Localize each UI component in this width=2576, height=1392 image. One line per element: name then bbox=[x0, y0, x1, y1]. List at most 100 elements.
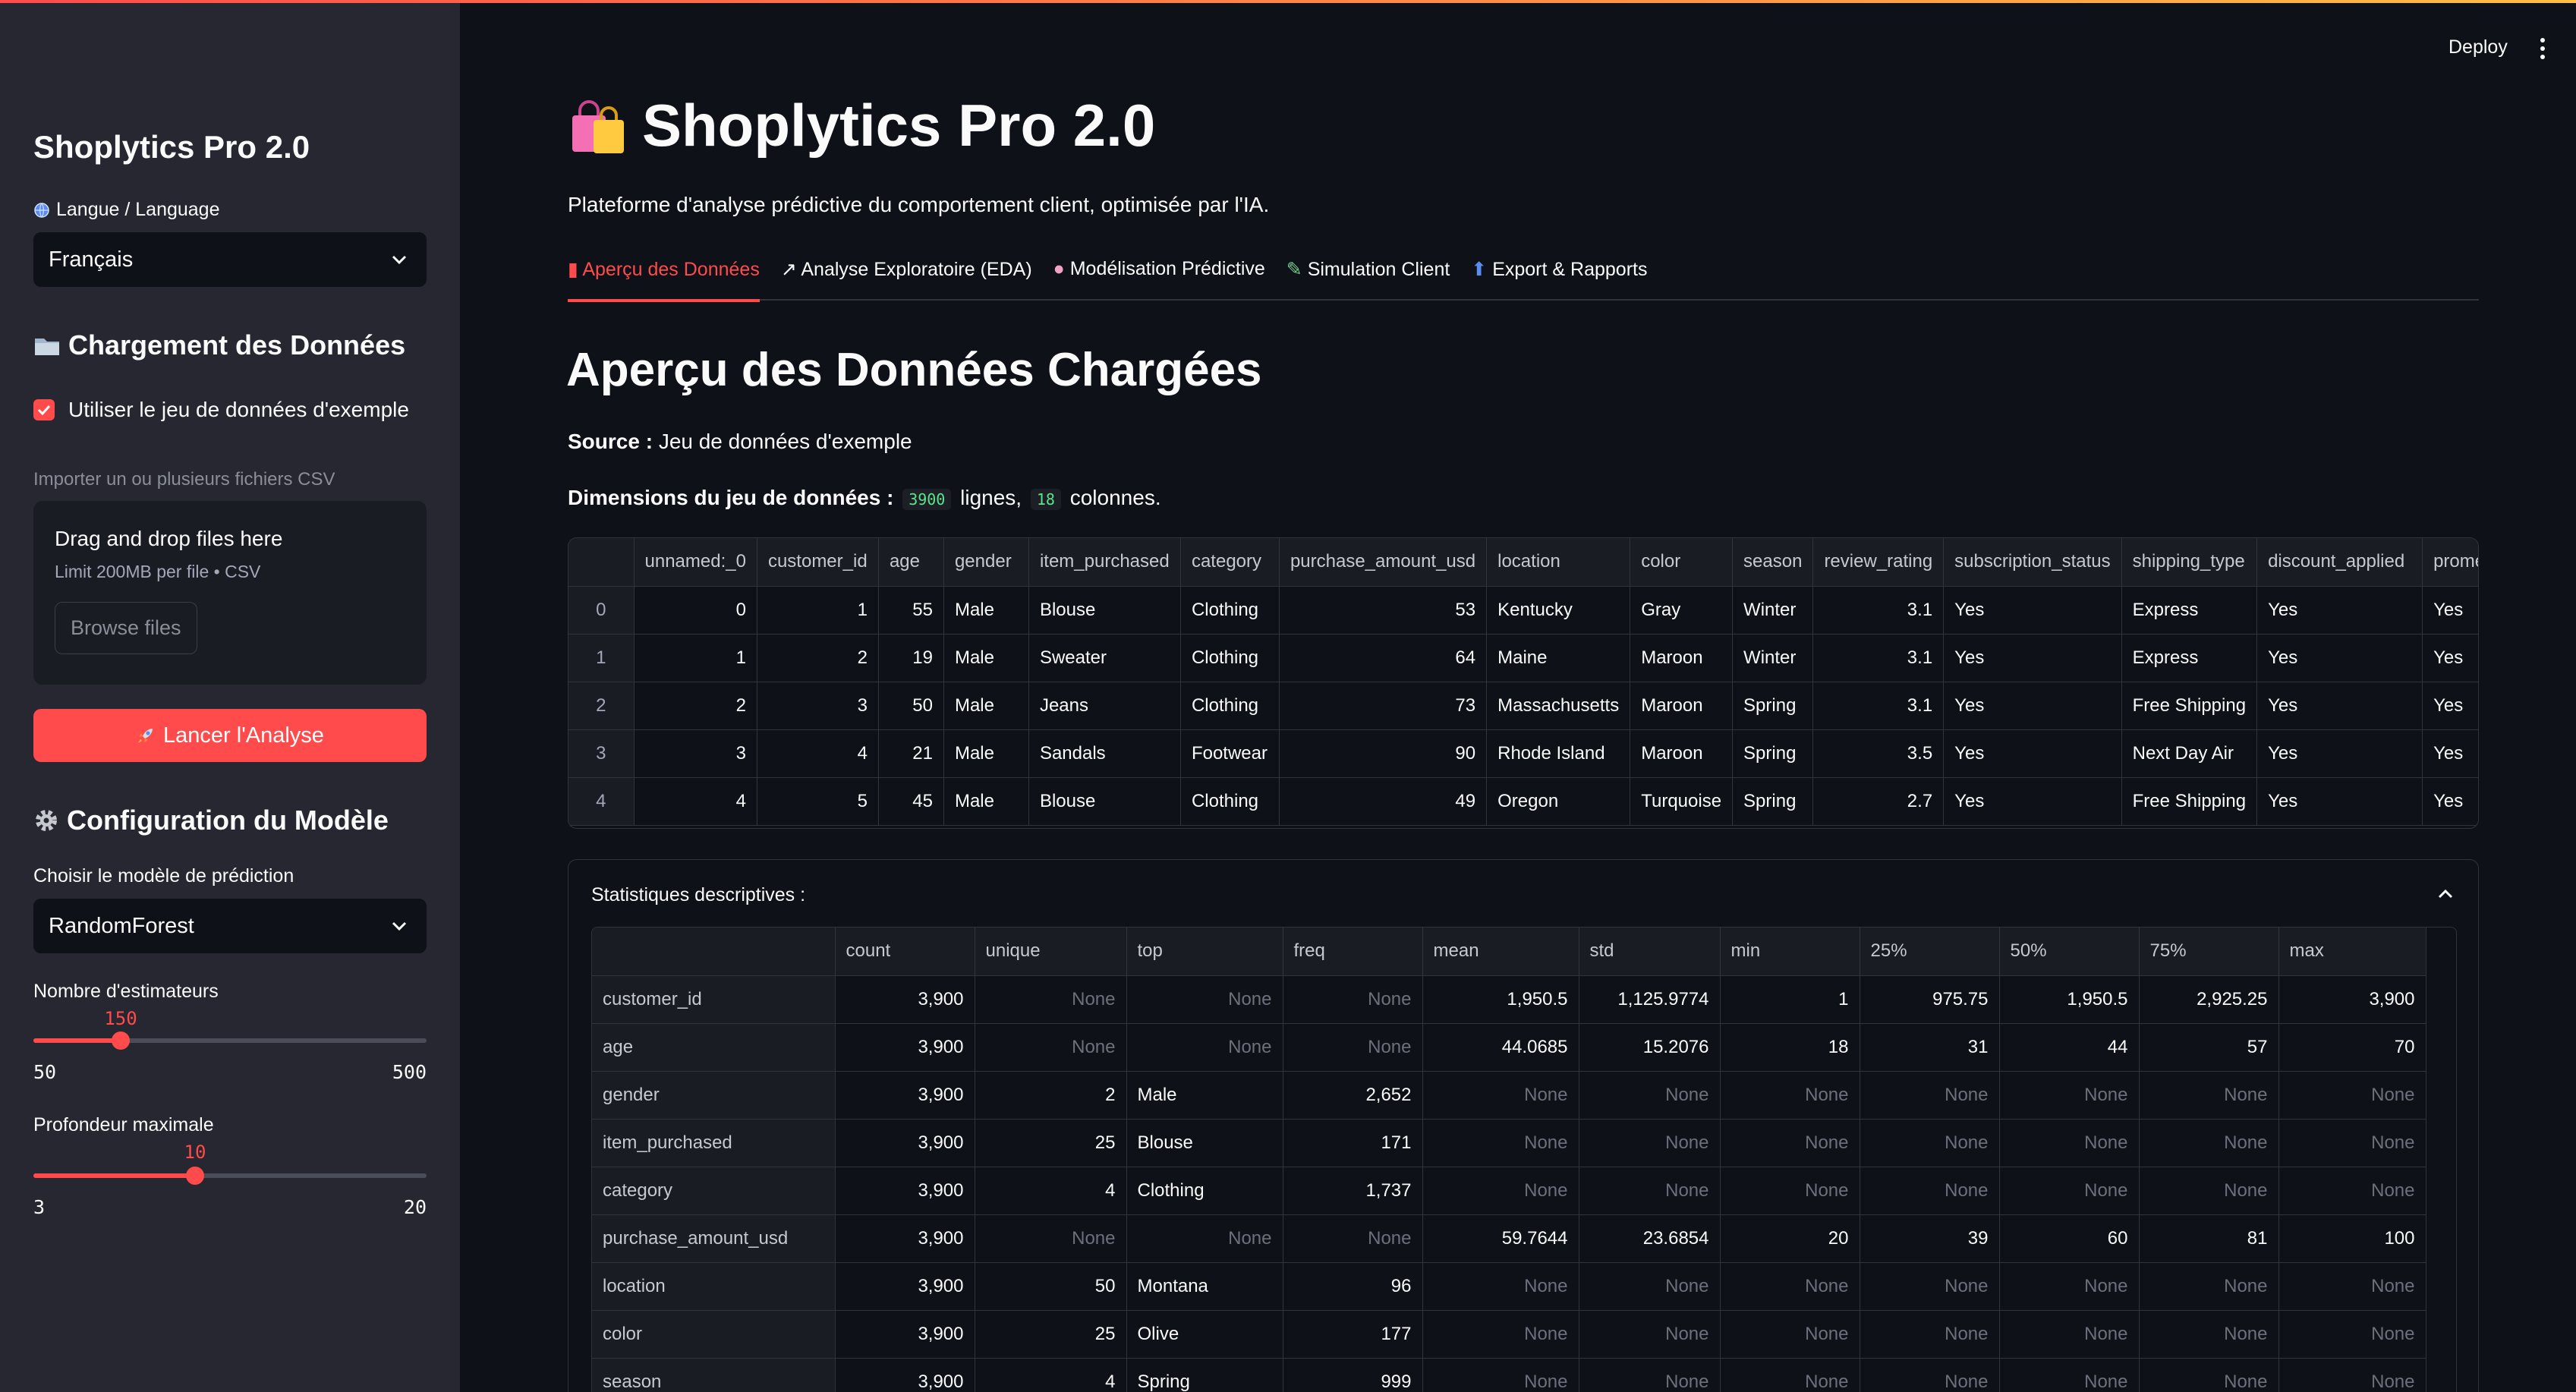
table-cell: Montana bbox=[1126, 1262, 1283, 1311]
table-cell: color bbox=[592, 1310, 836, 1359]
tab-export[interactable]: ⬆ Export & Rapports bbox=[1471, 257, 1647, 301]
table-cell: None bbox=[1999, 1310, 2140, 1359]
column-header[interactable]: purchase_amount_usd bbox=[1279, 538, 1488, 587]
table-cell: Express bbox=[2121, 586, 2258, 635]
model-section-heading: Configuration du Modèle bbox=[33, 805, 389, 836]
source-label: Source : bbox=[568, 430, 653, 453]
table-row[interactable]: 1 1 2 19 Male Sweater Clothing 64 Maine Maroon Win… bbox=[568, 634, 2478, 682]
stats-expander-title[interactable]: Statistiques descriptives : bbox=[591, 884, 805, 906]
gear-icon bbox=[36, 810, 57, 831]
table-cell: 2 bbox=[757, 634, 879, 682]
table-row[interactable]: category 3,900 4 Clothing 1,737 None None None N… bbox=[592, 1167, 2426, 1215]
table-cell: Male bbox=[943, 729, 1029, 778]
table-row[interactable]: item_purchased 3,900 25 Blouse 171 None None No… bbox=[592, 1119, 2426, 1167]
table-row[interactable]: color 3,900 25 Olive 177 None None None None None… bbox=[592, 1310, 2426, 1359]
table-cell: Yes bbox=[2256, 586, 2423, 635]
table-cell: None bbox=[1579, 1310, 1721, 1359]
chevron-down-icon bbox=[390, 250, 408, 269]
table-cell: category bbox=[592, 1167, 836, 1215]
column-header[interactable]: std bbox=[1579, 927, 1721, 976]
table-row[interactable]: season 3,900 4 Spring 999 None None None None Non… bbox=[592, 1358, 2426, 1392]
chevron-up-icon[interactable] bbox=[2436, 884, 2455, 904]
language-label-row: Langue / Language bbox=[33, 199, 220, 221]
table-cell: 999 bbox=[1283, 1358, 1423, 1392]
column-header[interactable] bbox=[568, 538, 635, 587]
table-cell: Yes bbox=[2422, 586, 2478, 635]
table-cell: age bbox=[592, 1023, 836, 1072]
tab-modeling[interactable]: ● Modélisation Prédictive bbox=[1053, 257, 1265, 301]
column-header[interactable]: max bbox=[2278, 927, 2426, 976]
table-row[interactable]: age 3,900 None None None 44.0685 15.2076 18 31 44… bbox=[592, 1023, 2426, 1072]
table-cell: None bbox=[1126, 1023, 1283, 1072]
table-row[interactable]: purchase_amount_usd 3,900 None None None 59.7… bbox=[592, 1214, 2426, 1263]
launch-analysis-button[interactable]: Lancer l'Analyse bbox=[33, 709, 427, 762]
tab-eda[interactable]: ↗ Analyse Exploratoire (EDA) bbox=[781, 257, 1032, 301]
table-cell: 2.7 bbox=[1812, 777, 1945, 826]
browse-files-button[interactable]: Browse files bbox=[55, 602, 197, 654]
table-cell: 2 bbox=[568, 682, 635, 730]
column-header[interactable]: prome bbox=[2422, 538, 2478, 587]
estimators-slider-thumb[interactable] bbox=[112, 1031, 130, 1050]
table-row[interactable]: location 3,900 50 Montana 96 None None None None… bbox=[592, 1262, 2426, 1311]
column-header[interactable]: unique bbox=[975, 927, 1127, 976]
table-cell: Blouse bbox=[1028, 777, 1181, 826]
max-depth-slider-thumb[interactable] bbox=[186, 1167, 204, 1185]
pencil-icon: ✎ bbox=[1286, 259, 1302, 280]
column-header[interactable]: age bbox=[878, 538, 944, 587]
column-header[interactable]: mean bbox=[1422, 927, 1579, 976]
column-header[interactable]: min bbox=[1720, 927, 1860, 976]
table-cell: 1 bbox=[757, 586, 879, 635]
column-header[interactable]: season bbox=[1732, 538, 1814, 587]
column-header[interactable]: customer_id bbox=[757, 538, 879, 587]
estimators-slider[interactable] bbox=[33, 1031, 427, 1050]
column-header[interactable]: freq bbox=[1283, 927, 1423, 976]
use-example-checkbox[interactable] bbox=[33, 399, 55, 420]
column-header[interactable]: subscription_status bbox=[1943, 538, 2122, 587]
model-select[interactable]: RandomForest bbox=[33, 899, 427, 953]
column-header[interactable]: shipping_type bbox=[2121, 538, 2258, 587]
file-dropzone[interactable]: Drag and drop files here Limit 200MB per… bbox=[33, 501, 427, 685]
dimensions-line: Dimensions du jeu de données : 3900 lign… bbox=[568, 486, 1161, 510]
column-header[interactable]: discount_applied bbox=[2256, 538, 2423, 587]
dropzone-subtitle: Limit 200MB per file • CSV bbox=[55, 562, 261, 581]
column-header[interactable]: top bbox=[1126, 927, 1283, 976]
table-cell: Maine bbox=[1486, 634, 1631, 682]
language-select[interactable]: Français bbox=[33, 232, 427, 287]
column-header[interactable]: review_rating bbox=[1812, 538, 1945, 587]
column-header[interactable]: 25% bbox=[1860, 927, 2000, 976]
table-cell: 3,900 bbox=[835, 1214, 975, 1263]
column-header[interactable]: unnamed:_0 bbox=[634, 538, 757, 587]
column-header[interactable]: category bbox=[1180, 538, 1280, 587]
table-row[interactable]: 2 2 3 50 Male Jeans Clothing 73 Massachusetts Mar… bbox=[568, 682, 2478, 730]
use-example-checkbox-row[interactable]: Utiliser le jeu de données d'exemple bbox=[33, 398, 409, 422]
table-row[interactable]: 4 4 5 45 Male Blouse Clothing 49 Oregon Turquoise… bbox=[568, 777, 2478, 826]
trend-icon: ↗ bbox=[780, 259, 797, 280]
estimators-value: 150 bbox=[104, 1008, 137, 1029]
column-header[interactable]: color bbox=[1630, 538, 1734, 587]
dataframe-preview[interactable]: unnamed:_0 customer_id age gender item_purch… bbox=[568, 537, 2479, 829]
table-row[interactable]: 3 3 4 21 Male Sandals Footwear 90 Rhode Island Ma… bbox=[568, 729, 2478, 778]
rocket-icon bbox=[138, 729, 153, 743]
table-cell: Yes bbox=[2256, 634, 2423, 682]
column-header[interactable]: gender bbox=[943, 538, 1029, 587]
tab-simulation[interactable]: ✎ Simulation Client bbox=[1286, 257, 1450, 301]
column-header[interactable]: 75% bbox=[2139, 927, 2279, 976]
table-cell: None bbox=[1860, 1262, 2000, 1311]
column-header[interactable] bbox=[592, 927, 836, 976]
table-row[interactable]: 0 0 1 55 Male Blouse Clothing 53 Kentucky Gray Win… bbox=[568, 586, 2478, 635]
table-cell: None bbox=[1579, 1119, 1721, 1167]
table-cell: None bbox=[1283, 1214, 1423, 1263]
column-header[interactable]: item_purchased bbox=[1028, 538, 1181, 587]
max-depth-slider[interactable] bbox=[33, 1167, 427, 1185]
stats-table-wrap[interactable]: count unique top freq mean std min 25% 50% 75% max… bbox=[591, 927, 2457, 1392]
column-header[interactable]: location bbox=[1486, 538, 1631, 587]
column-header[interactable]: count bbox=[835, 927, 975, 976]
table-row[interactable]: customer_id 3,900 None None None 1,950.5 1,125… bbox=[592, 975, 2426, 1024]
main-menu-icon[interactable] bbox=[2535, 35, 2550, 62]
column-header[interactable]: 50% bbox=[1999, 927, 2140, 976]
table-row[interactable]: gender 3,900 2 Male 2,652 None None None None Non… bbox=[592, 1071, 2426, 1120]
section-title: Aperçu des Données Chargées bbox=[566, 344, 1262, 396]
tab-data-overview[interactable]: ▮ Aperçu des Données bbox=[568, 257, 760, 302]
table-cell: Spring bbox=[1732, 729, 1814, 778]
deploy-button[interactable]: Deploy bbox=[2448, 36, 2508, 58]
